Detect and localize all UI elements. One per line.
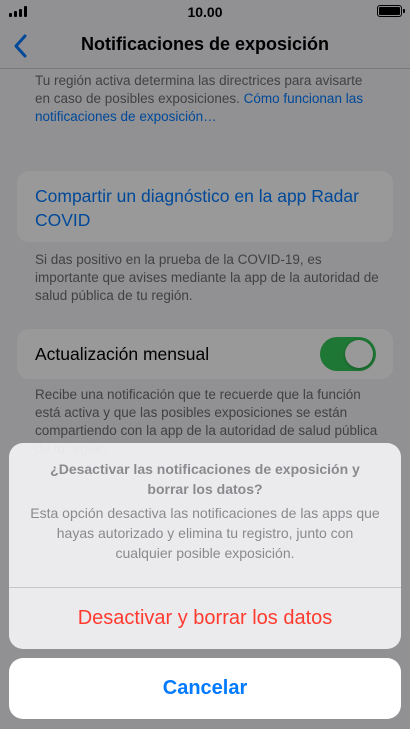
action-sheet-message: Esta opción desactiva las notificaciones… — [30, 505, 380, 561]
action-sheet-title: ¿Desactivar las notificaciones de exposi… — [50, 461, 360, 497]
action-sheet: ¿Desactivar las notificaciones de exposi… — [9, 443, 401, 649]
disable-and-delete-button[interactable]: Desactivar y borrar los datos — [9, 588, 401, 649]
cancel-button[interactable]: Cancelar — [9, 658, 401, 719]
